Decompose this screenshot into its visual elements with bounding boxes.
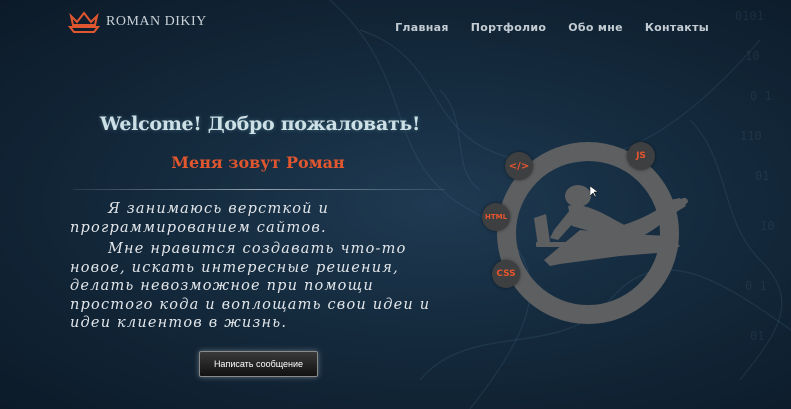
- nav-contacts[interactable]: Контакты: [645, 21, 709, 34]
- code-badge: </>: [505, 152, 533, 180]
- svg-text:110: 110: [740, 129, 762, 143]
- mouse-cursor-icon: [590, 186, 598, 198]
- intro-paragraph: Я занимаюсь версткой и программированием…: [70, 201, 330, 236]
- logo[interactable]: ROMAN DIKIY: [68, 10, 207, 34]
- nav-portfolio[interactable]: Портфолио: [471, 21, 547, 34]
- svg-text:10: 10: [760, 219, 774, 233]
- person-with-laptop-illustration: [534, 185, 688, 266]
- js-badge: JS: [627, 142, 655, 170]
- name-heading: Меня зовут Роман: [171, 153, 345, 172]
- svg-text:0101: 0101: [735, 9, 764, 23]
- svg-text:01: 01: [755, 169, 769, 183]
- svg-text:10: 10: [745, 49, 759, 63]
- divider: [73, 189, 445, 190]
- nav-about[interactable]: Обо мне: [568, 21, 623, 34]
- svg-text:0 1: 0 1: [750, 89, 772, 103]
- nav-home[interactable]: Главная: [395, 21, 449, 34]
- main-nav: Главная Портфолио Обо мне Контакты: [395, 21, 709, 34]
- css-badge: CSS: [492, 260, 520, 288]
- html-badge: HTML: [482, 203, 510, 231]
- write-message-button[interactable]: Написать сообщение: [199, 351, 318, 377]
- logo-text: ROMAN DIKIY: [106, 14, 207, 29]
- svg-text:01: 01: [750, 329, 764, 343]
- about-paragraph: Мне нравится создавать что-то новое, иск…: [70, 241, 431, 331]
- welcome-heading: Welcome! Добро пожаловать!: [99, 113, 421, 135]
- crown-boat-icon: [68, 11, 100, 33]
- svg-text:0 1: 0 1: [745, 279, 767, 293]
